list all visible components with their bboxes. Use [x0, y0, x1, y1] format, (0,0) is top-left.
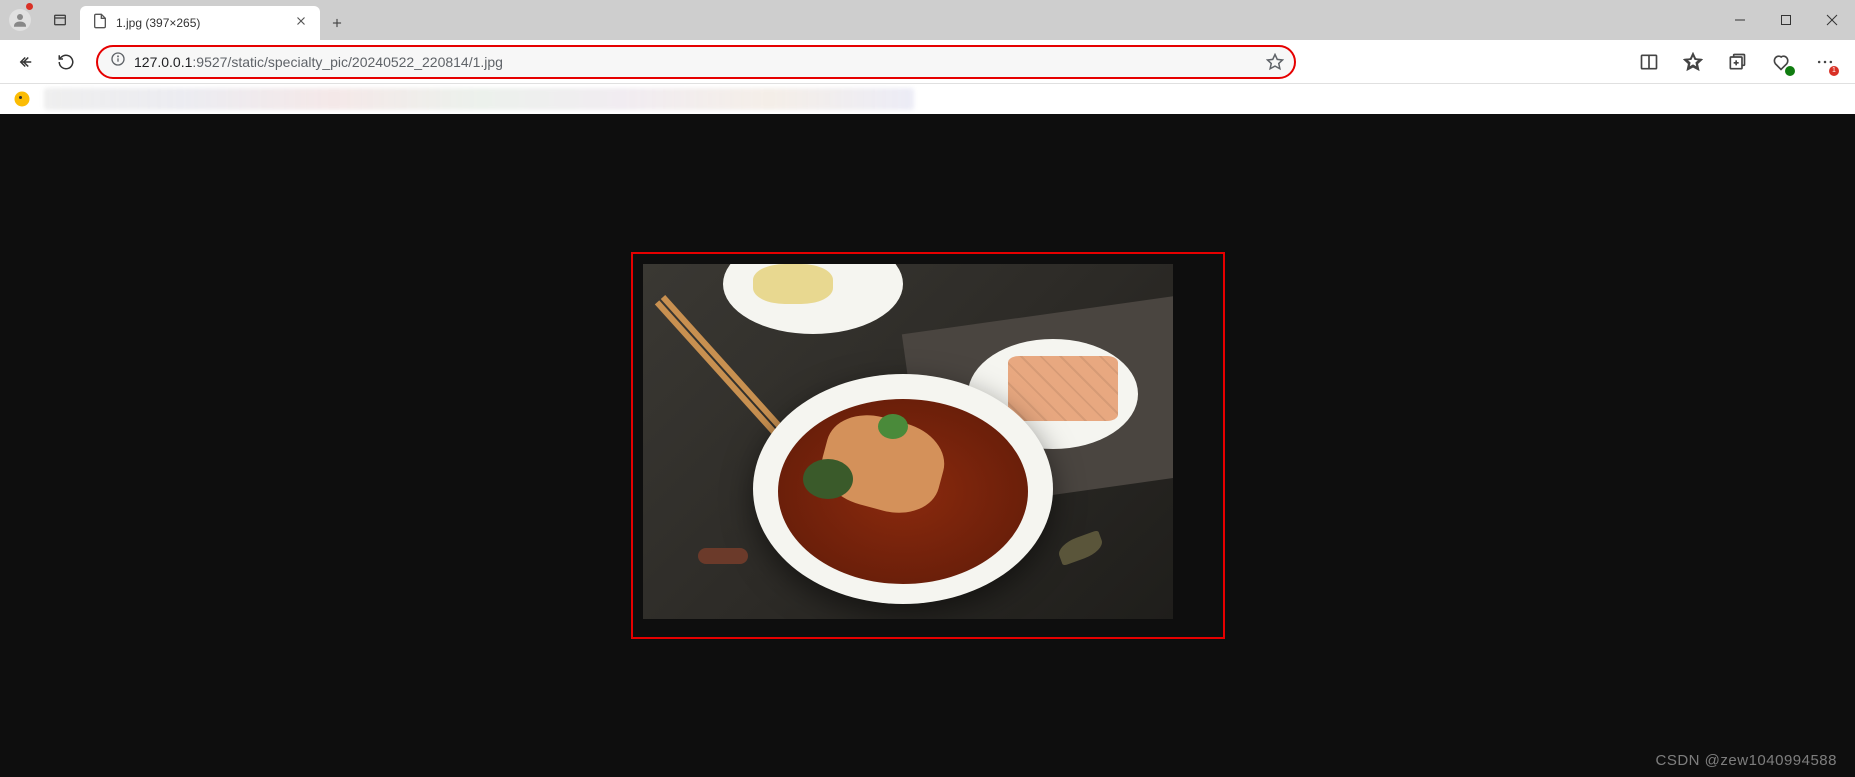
bookmark-item[interactable]: [10, 87, 34, 111]
maximize-button[interactable]: [1763, 0, 1809, 40]
favorites-button[interactable]: [1675, 44, 1711, 80]
browser-tab[interactable]: 1.jpg (397×265): [80, 6, 320, 40]
browser-essentials-button[interactable]: [1763, 44, 1799, 80]
image-highlight-box: [631, 252, 1225, 639]
address-bar[interactable]: 127.0.0.1:9527/static/specialty_pic/2024…: [96, 45, 1296, 79]
back-button[interactable]: [8, 44, 44, 80]
minimize-button[interactable]: [1717, 0, 1763, 40]
refresh-button[interactable]: [48, 44, 84, 80]
favorite-button[interactable]: [1260, 47, 1290, 77]
file-icon: [92, 13, 108, 34]
new-tab-button[interactable]: [320, 6, 354, 40]
displayed-image[interactable]: [643, 264, 1173, 619]
watermark-text: CSDN @zew1040994588: [1656, 752, 1838, 769]
notification-badge: 1: [1829, 66, 1839, 76]
collections-button[interactable]: [1719, 44, 1755, 80]
profile-notification-dot: [26, 3, 33, 10]
site-info-icon[interactable]: [110, 51, 126, 72]
bookmarks-blurred: [44, 88, 914, 110]
bookmarks-bar: [0, 84, 1855, 114]
titlebar: 1.jpg (397×265): [0, 0, 1855, 40]
split-screen-button[interactable]: [1631, 44, 1667, 80]
close-tab-button[interactable]: [294, 14, 308, 33]
toolbar: 127.0.0.1:9527/static/specialty_pic/2024…: [0, 40, 1855, 84]
tab-actions-button[interactable]: [40, 0, 80, 40]
profile-button[interactable]: [0, 0, 40, 40]
tab-title: 1.jpg (397×265): [116, 16, 286, 30]
close-window-button[interactable]: [1809, 0, 1855, 40]
settings-menu-button[interactable]: 1: [1807, 44, 1843, 80]
page-viewport: CSDN @zew1040994588: [0, 114, 1855, 777]
url-text: 127.0.0.1:9527/static/specialty_pic/2024…: [134, 54, 1248, 70]
